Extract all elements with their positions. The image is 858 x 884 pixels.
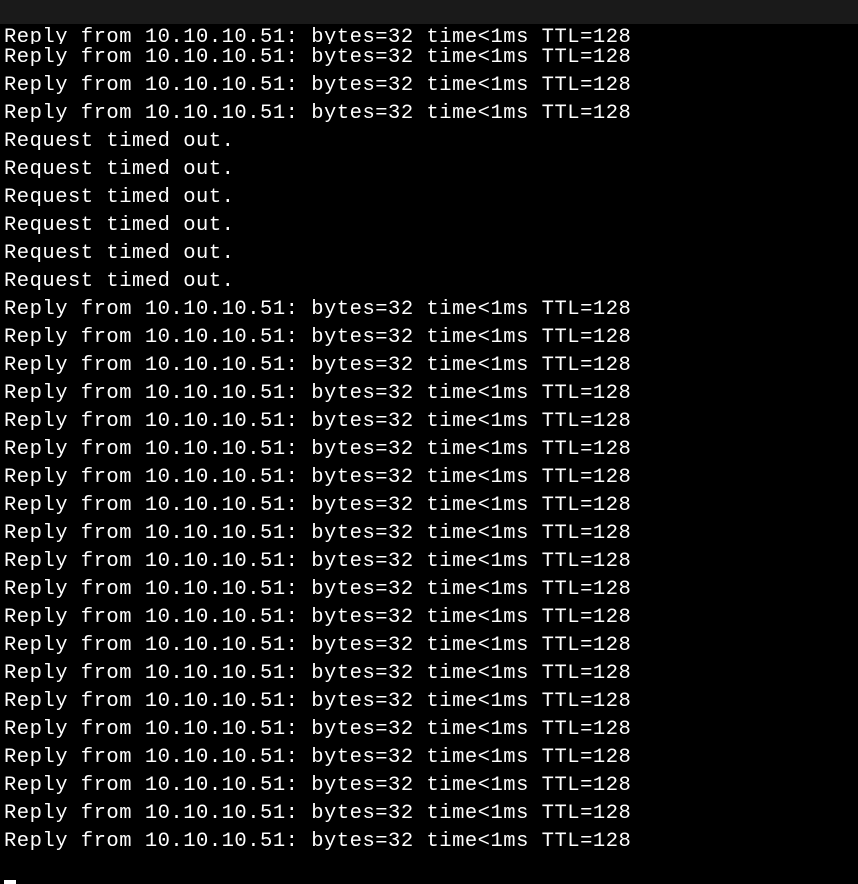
cursor-icon — [4, 880, 16, 884]
output-line: Request timed out. — [4, 212, 858, 240]
output-line: Reply from 10.10.10.51: bytes=32 time<1m… — [4, 660, 858, 688]
output-line: Reply from 10.10.10.51: bytes=32 time<1m… — [4, 492, 858, 520]
terminal-output[interactable]: Reply from 10.10.10.51: bytes=32 time<1m… — [0, 24, 858, 884]
output-line: Reply from 10.10.10.51: bytes=32 time<1m… — [4, 744, 858, 772]
output-line: Reply from 10.10.10.51: bytes=32 time<1m… — [4, 800, 858, 828]
output-line: Reply from 10.10.10.51: bytes=32 time<1m… — [4, 716, 858, 744]
output-line: Reply from 10.10.10.51: bytes=32 time<1m… — [4, 548, 858, 576]
output-line: Reply from 10.10.10.51: bytes=32 time<1m… — [4, 100, 858, 128]
output-line: Reply from 10.10.10.51: bytes=32 time<1m… — [4, 72, 858, 100]
output-line: Reply from 10.10.10.51: bytes=32 time<1m… — [4, 576, 858, 604]
output-line: Request timed out. — [4, 156, 858, 184]
output-line: Reply from 10.10.10.51: bytes=32 time<1m… — [4, 296, 858, 324]
output-line: Request timed out. — [4, 128, 858, 156]
output-line: Reply from 10.10.10.51: bytes=32 time<1m… — [4, 436, 858, 464]
output-line: Request timed out. — [4, 268, 858, 296]
output-line: Request timed out. — [4, 184, 858, 212]
output-line: Reply from 10.10.10.51: bytes=32 time<1m… — [4, 352, 858, 380]
output-line: Reply from 10.10.10.51: bytes=32 time<1m… — [4, 772, 858, 800]
output-line: Reply from 10.10.10.51: bytes=32 time<1m… — [4, 408, 858, 436]
output-line: Reply from 10.10.10.51: bytes=32 time<1m… — [4, 688, 858, 716]
output-line-partial: Reply from 10.10.10.51: bytes=32 time<1m… — [4, 24, 858, 44]
output-line: Reply from 10.10.10.51: bytes=32 time<1m… — [4, 520, 858, 548]
output-line: Reply from 10.10.10.51: bytes=32 time<1m… — [4, 324, 858, 352]
output-line: Reply from 10.10.10.51: bytes=32 time<1m… — [4, 464, 858, 492]
output-line: Reply from 10.10.10.51: bytes=32 time<1m… — [4, 380, 858, 408]
output-line: Request timed out. — [4, 240, 858, 268]
output-line: Reply from 10.10.10.51: bytes=32 time<1m… — [4, 604, 858, 632]
output-line: Reply from 10.10.10.51: bytes=32 time<1m… — [4, 828, 858, 856]
output-line: Reply from 10.10.10.51: bytes=32 time<1m… — [4, 44, 858, 72]
output-line: Reply from 10.10.10.51: bytes=32 time<1m… — [4, 632, 858, 660]
